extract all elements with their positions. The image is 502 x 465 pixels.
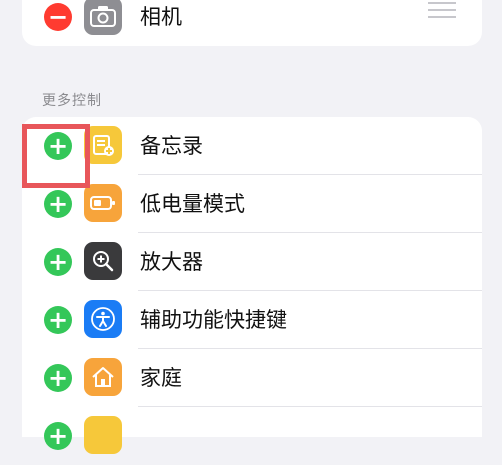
battery-icon — [84, 184, 122, 222]
add-button-notes[interactable]: + — [44, 132, 72, 160]
control-label: 备忘录 — [140, 134, 203, 158]
add-button-magnifier[interactable]: + — [44, 248, 72, 276]
app-icon-partial — [84, 416, 122, 454]
plus-icon: + — [47, 364, 69, 392]
plus-icon: + — [47, 190, 69, 218]
control-label: 放大器 — [140, 250, 203, 274]
add-button-partial[interactable]: + — [44, 422, 72, 450]
control-row-accessibility-shortcut: + 辅助功能快捷键 — [22, 291, 482, 349]
control-label: 家庭 — [140, 366, 182, 390]
plus-icon: + — [47, 422, 69, 450]
magnifier-icon — [84, 242, 122, 280]
remove-button[interactable]: − — [44, 3, 72, 31]
add-button-accessibility-shortcut[interactable]: + — [44, 306, 72, 334]
included-controls-card: − 相机 — [22, 0, 482, 46]
control-label: 低电量模式 — [140, 192, 245, 216]
control-row-low-power-mode: + 低电量模式 — [22, 175, 482, 233]
control-row-magnifier: + 放大器 — [22, 233, 482, 291]
control-row-home: + 家庭 — [22, 349, 482, 407]
control-label: 相机 — [140, 5, 182, 29]
drag-handle[interactable] — [428, 2, 456, 23]
plus-icon: + — [47, 306, 69, 334]
control-label: 辅助功能快捷键 — [140, 308, 287, 332]
control-row-camera: − 相机 — [22, 0, 482, 46]
minus-icon: − — [47, 3, 69, 31]
more-controls-card: + 备忘录 + 低电量模式 + 放大器 + 辅助功能快捷键 + 家庭 + — [22, 117, 482, 454]
home-icon — [84, 358, 122, 396]
control-row-notes: + 备忘录 — [22, 117, 482, 175]
section-header-more-controls: 更多控制 — [42, 93, 102, 109]
add-button-low-power-mode[interactable]: + — [44, 190, 72, 218]
plus-icon: + — [47, 132, 69, 160]
add-button-home[interactable]: + — [44, 364, 72, 392]
plus-icon: + — [47, 248, 69, 276]
notes-icon — [84, 126, 122, 164]
camera-icon — [84, 0, 122, 35]
control-row-partial: + — [22, 407, 482, 465]
accessibility-icon — [84, 300, 122, 338]
